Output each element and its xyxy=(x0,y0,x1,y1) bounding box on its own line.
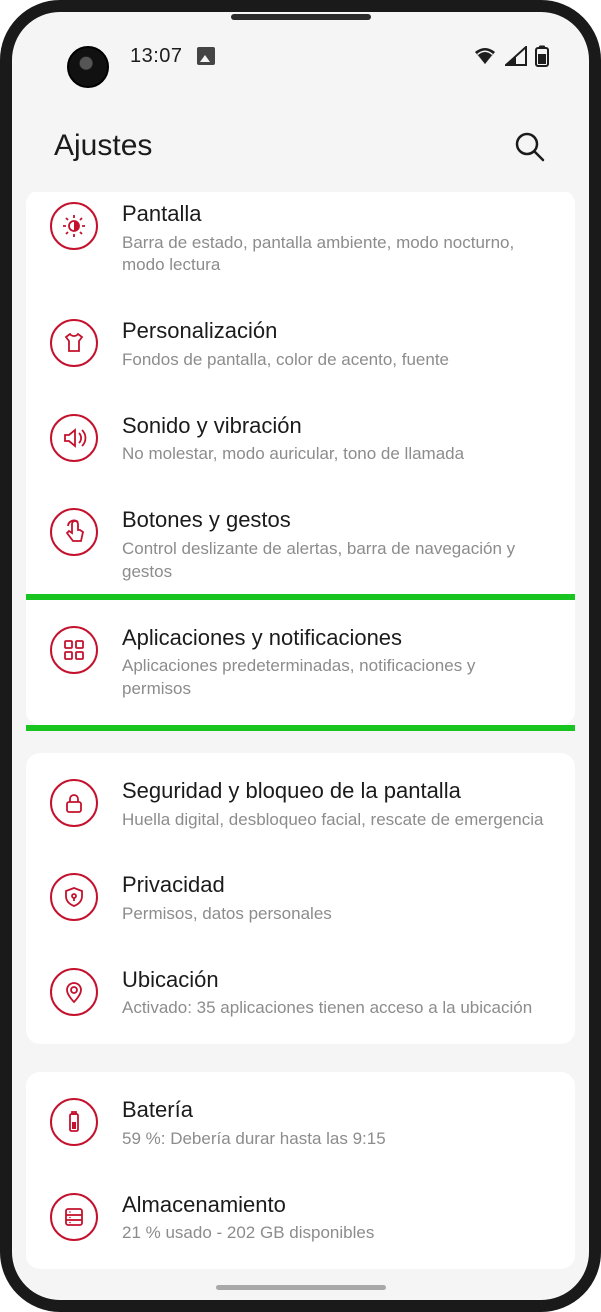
page-title: Ajustes xyxy=(54,129,152,163)
settings-list: Pantalla Barra de estado, pantalla ambie… xyxy=(26,192,575,1276)
settings-group: Batería 59 %: Debería durar hasta las 9:… xyxy=(26,1072,575,1269)
item-title: Pantalla xyxy=(122,200,549,228)
clock: 13:07 xyxy=(130,45,183,68)
settings-item-storage[interactable]: Almacenamiento 21 % usado - 202 GB dispo… xyxy=(26,1171,575,1265)
settings-item-sound[interactable]: Sonido y vibración No molestar, modo aur… xyxy=(26,392,575,486)
settings-item-battery[interactable]: Batería 59 %: Debería durar hasta las 9:… xyxy=(26,1076,575,1170)
storage-icon xyxy=(50,1193,98,1241)
item-title: Aplicaciones y notificaciones xyxy=(122,624,549,652)
item-title: Seguridad y bloqueo de la pantalla xyxy=(122,777,549,805)
home-indicator[interactable] xyxy=(216,1285,386,1290)
settings-item-privacy[interactable]: Privacidad Permisos, datos personales xyxy=(26,851,575,945)
privacy-shield-icon xyxy=(50,873,98,921)
item-subtitle: Activado: 35 aplicaciones tienen acceso … xyxy=(122,997,549,1020)
lock-icon xyxy=(50,779,98,827)
search-icon xyxy=(513,130,545,162)
item-title: Batería xyxy=(122,1096,549,1124)
cellular-signal-icon xyxy=(505,46,527,66)
item-title: Botones y gestos xyxy=(122,506,549,534)
sound-icon xyxy=(50,414,98,462)
settings-item-security[interactable]: Seguridad y bloqueo de la pantalla Huell… xyxy=(26,757,575,851)
battery-icon xyxy=(50,1098,98,1146)
tshirt-icon xyxy=(50,319,98,367)
settings-item-apps-notifications[interactable]: Aplicaciones y notificaciones Aplicacion… xyxy=(26,604,575,721)
side-button xyxy=(0,442,2,522)
item-subtitle: No molestar, modo auricular, tono de lla… xyxy=(122,443,549,466)
search-button[interactable] xyxy=(509,126,549,166)
item-subtitle: Barra de estado, pantalla ambiente, modo… xyxy=(122,232,549,278)
settings-item-display[interactable]: Pantalla Barra de estado, pantalla ambie… xyxy=(26,194,575,297)
gesture-icon xyxy=(50,508,98,556)
battery-icon xyxy=(535,45,549,67)
item-title: Almacenamiento xyxy=(122,1191,549,1219)
settings-item-personalization[interactable]: Personalización Fondos de pantalla, colo… xyxy=(26,297,575,391)
settings-item-location[interactable]: Ubicación Activado: 35 aplicaciones tien… xyxy=(26,946,575,1040)
page-header: Ajustes xyxy=(12,100,589,192)
item-title: Privacidad xyxy=(122,871,549,899)
item-title: Personalización xyxy=(122,317,549,345)
item-subtitle: Aplicaciones predeterminadas, notificaci… xyxy=(122,655,549,701)
settings-group: Seguridad y bloqueo de la pantalla Huell… xyxy=(26,753,575,1044)
item-subtitle: 59 %: Debería durar hasta las 9:15 xyxy=(122,1128,549,1151)
location-pin-icon xyxy=(50,968,98,1016)
item-title: Sonido y vibración xyxy=(122,412,549,440)
item-subtitle: Huella digital, desbloqueo facial, resca… xyxy=(122,809,549,832)
item-subtitle: 21 % usado - 202 GB disponibles xyxy=(122,1222,549,1245)
screenshot-indicator-icon xyxy=(197,47,215,65)
settings-item-buttons-gestures[interactable]: Botones y gestos Control deslizante de a… xyxy=(26,486,575,603)
apps-icon xyxy=(50,626,98,674)
phone-frame: 13:07 Ajustes xyxy=(0,0,601,1312)
item-subtitle: Control deslizante de alertas, barra de … xyxy=(122,538,549,584)
status-bar: 13:07 xyxy=(12,12,589,100)
brightness-icon xyxy=(50,202,98,250)
item-subtitle: Permisos, datos personales xyxy=(122,903,549,926)
item-subtitle: Fondos de pantalla, color de acento, fue… xyxy=(122,349,549,372)
settings-group: Pantalla Barra de estado, pantalla ambie… xyxy=(26,192,575,725)
wifi-icon xyxy=(473,46,497,66)
item-title: Ubicación xyxy=(122,966,549,994)
